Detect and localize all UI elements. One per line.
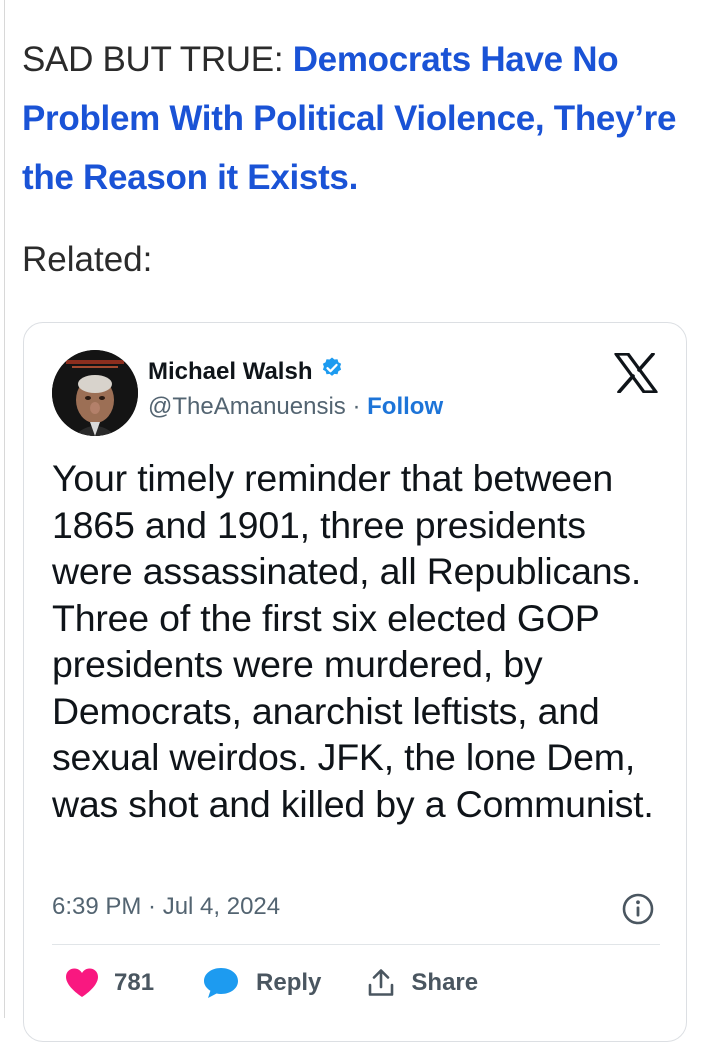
like-count: 781 xyxy=(114,969,155,996)
share-label: Share xyxy=(411,969,479,996)
left-border xyxy=(4,0,5,1018)
handle-separator: · xyxy=(352,393,361,420)
reply-label: Reply xyxy=(256,969,322,996)
share-icon xyxy=(367,968,395,998)
verified-badge-icon xyxy=(320,356,344,387)
like-button[interactable]: 781 xyxy=(64,967,154,999)
actions-divider xyxy=(52,944,660,945)
headline-prefix: SAD BUT TRUE: xyxy=(22,40,293,79)
avatar[interactable] xyxy=(52,350,138,436)
tweet-actions-bar: 781 Reply Share xyxy=(64,963,478,1003)
heart-icon xyxy=(64,967,100,999)
author-name[interactable]: Michael Walsh xyxy=(148,358,312,386)
author-row: Michael Walsh xyxy=(148,356,344,387)
share-button[interactable]: Share xyxy=(367,968,478,998)
x-logo-icon[interactable] xyxy=(614,352,658,394)
reply-bubble-icon xyxy=(202,966,240,1000)
embedded-tweet-card[interactable]: Michael Walsh @TheAmanuensis · Follow Yo… xyxy=(23,322,687,1042)
headline: SAD BUT TRUE: Democrats Have No Problem … xyxy=(22,30,692,207)
handle-row: @TheAmanuensis · Follow xyxy=(148,393,443,421)
follow-link[interactable]: Follow xyxy=(367,393,443,420)
reply-button[interactable]: Reply xyxy=(202,966,321,1000)
author-handle[interactable]: @TheAmanuensis xyxy=(148,393,346,420)
related-label: Related: xyxy=(22,240,153,279)
tweet-timestamp[interactable]: 6:39 PM · Jul 4, 2024 xyxy=(52,893,280,921)
info-icon[interactable] xyxy=(621,892,655,926)
tweet-text: Your timely reminder that between 1865 a… xyxy=(52,457,654,825)
